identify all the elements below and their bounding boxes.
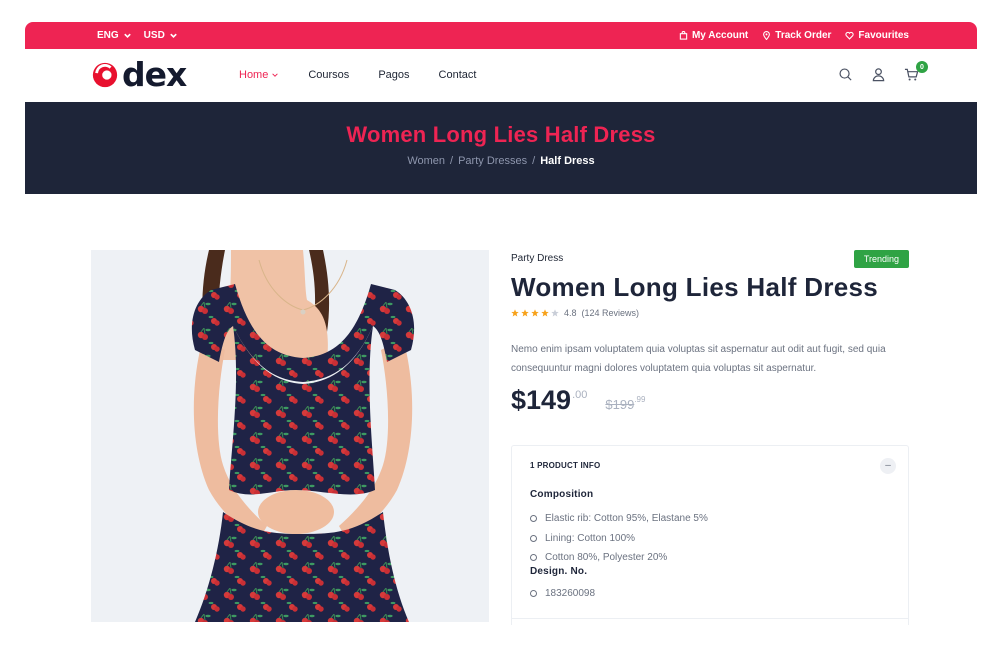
trending-badge: Trending [853,250,909,268]
product-image[interactable] [91,250,489,622]
nav-item-label: Contact [438,69,477,81]
chevron-down-icon [123,33,131,38]
breadcrumb-separator: / [532,155,536,167]
list-item: 183260098 [530,584,890,604]
accordion-number: 1 [530,461,535,470]
current-price-cents: .00 [572,389,588,401]
search-icon [839,68,852,81]
accordion-body: Composition Elastic rib: Cotton 95%, Ela… [530,489,890,603]
nav-item-label: Home [239,69,269,81]
chevron-down-icon [272,73,279,77]
product-rating: 4.8 (124 Reviews) [511,308,639,318]
currency-label: USD [143,30,165,41]
product-photo [91,250,489,622]
favourites-label: Favourites [858,30,909,41]
track-order-label: Track Order [775,30,832,41]
composition-item: Elastic rib: Cotton 95%, Elastane 5% [545,513,708,525]
divider [512,618,908,619]
nav-item-label: Coursos [308,69,350,81]
map-pin-icon [763,31,771,40]
composition-item: Lining: Cotton 100% [545,532,636,544]
site-logo[interactable]: dex [91,55,187,94]
language-label: ENG [97,30,119,41]
my-account-link[interactable]: My Account [679,30,748,41]
logo-mark-icon [92,62,118,88]
old-price-cents: .99 [634,395,646,404]
accordion-title: PRODUCT INFO [537,461,601,470]
cart-count-badge: 0 [916,61,928,73]
accordion-header[interactable]: 1 PRODUCT INFO [530,461,600,470]
product-description: Nemo enim ipsam voluptatem quia voluptas… [511,344,886,374]
nav-item-label: Pagos [378,69,410,81]
list-item: Elastic rib: Cotton 95%, Elastane 5% [530,509,890,529]
composition-item: Cotton 80%, Polyester 20% [545,552,668,564]
circle-bullet-icon [530,554,537,562]
breadcrumb: Women / Party Dresses / Half Dress [25,155,977,167]
old-price: $199 [605,397,635,412]
rating-value: 4.8 [564,308,577,318]
cart-button[interactable]: 0 [904,61,928,82]
list-item: Lining: Cotton 100% [530,529,890,549]
track-order-link[interactable]: Track Order [762,30,831,41]
nav-item-home[interactable]: Home [239,69,279,81]
star-icon [511,309,519,317]
chevron-down-icon [170,33,177,38]
page-header: Women Long Lies Half Dress Women / Party D… [25,102,977,194]
main-menu: Home Coursos Pagos Contact [239,69,476,81]
star-icon [541,309,549,317]
top-bar: ENG USD My Account Track Order Favourite… [25,22,977,49]
language-selector[interactable]: ENG [97,30,132,41]
reviews-count[interactable]: (124 Reviews) [582,308,640,318]
circle-bullet-icon [530,534,537,542]
circle-bullet-icon [530,589,537,597]
current-price: $149 [511,385,572,415]
my-account-label: My Account [691,30,749,41]
product-title: Women Long Lies Half Dress [511,272,879,302]
user-icon [872,68,885,82]
nav-item-coursos[interactable]: Coursos [308,69,349,81]
search-button[interactable] [838,67,853,82]
heart-icon [845,31,855,40]
star-icon [521,309,529,317]
logo-wordmark: dex [122,55,187,94]
account-bag-icon [679,31,688,40]
design-number-heading: Design. No. [530,565,588,577]
product-price: $149 .00 $199 .99 [511,385,645,416]
main-navbar: dex Home Coursos Pagos Contact 0 [25,49,977,102]
currency-selector[interactable]: USD [144,30,178,41]
nav-item-contact[interactable]: Contact [439,69,477,81]
breadcrumb-current: Half Dress [540,155,595,167]
page-title: Women Long Lies Half Dress [346,122,656,147]
favourites-link[interactable]: Favourites [845,30,909,41]
composition-heading: Composition [530,489,594,500]
star-icon [531,309,539,317]
star-icon [551,309,559,317]
account-button[interactable] [871,67,886,82]
product-category[interactable]: Party Dress [511,253,563,264]
design-number-value: 183260098 [545,587,596,599]
collapse-toggle-button[interactable]: – [880,458,896,474]
breadcrumb-party-dresses[interactable]: Party Dresses [458,155,527,167]
nav-icons: 0 [838,61,928,82]
breadcrumb-women[interactable]: Women [407,155,445,167]
breadcrumb-separator: / [450,155,454,167]
circle-bullet-icon [530,515,537,523]
nav-item-pagos[interactable]: Pagos [378,69,409,81]
product-info-accordion: 1 PRODUCT INFO – Composition Elastic rib… [511,445,909,625]
rating-stars [511,309,559,317]
